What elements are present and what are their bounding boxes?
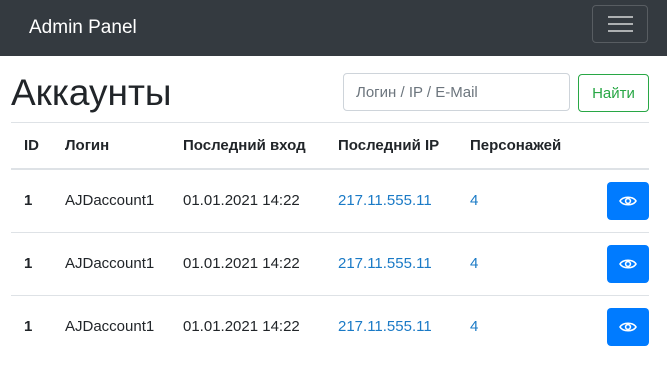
cell-characters: 4 <box>457 169 557 233</box>
eye-icon <box>619 196 637 206</box>
cell-id: 1 <box>24 318 33 336</box>
column-header-last-login: Последний вход <box>170 123 325 170</box>
hamburger-menu-icon <box>607 11 633 37</box>
column-header-last-ip: Последний IP <box>325 123 457 170</box>
last-ip-link[interactable]: 217.11.555.11 <box>338 318 432 335</box>
view-account-button[interactable] <box>607 307 649 346</box>
navbar-brand[interactable]: Admin Panel <box>29 17 137 39</box>
cell-login: AJDaccount1 <box>52 232 170 296</box>
cell-last-ip: 217.11.555.11 <box>325 295 457 358</box>
table-row: 1 AJDaccount1 01.01.2021 14:22 217.11.55… <box>11 295 649 358</box>
eye-icon <box>619 258 637 269</box>
cell-actions <box>557 169 649 233</box>
navbar: Admin Panel <box>0 0 667 56</box>
eye-icon <box>619 322 637 332</box>
cell-actions <box>557 295 649 358</box>
search-button[interactable]: Найти <box>578 74 649 112</box>
table-row: 1 AJDaccount1 01.01.2021 14:22 217.11.55… <box>11 232 649 296</box>
column-header-login: Логин <box>52 123 170 170</box>
column-header-id: ID <box>11 123 52 170</box>
last-ip-link[interactable]: 217.11.555.11 <box>338 192 432 209</box>
cell-last-ip: 217.11.555.11 <box>325 169 457 233</box>
cell-login: AJDaccount1 <box>65 318 155 336</box>
view-account-button[interactable] <box>607 181 649 220</box>
table-row: 1 AJDaccount1 01.01.2021 14:22 217.11.55… <box>11 169 649 233</box>
cell-last-login: 01.01.2021 14:22 <box>170 232 325 296</box>
cell-last-login: 01.01.2021 14:22 <box>170 169 325 233</box>
page-title: Аккаунты <box>11 72 172 113</box>
characters-link[interactable]: 4 <box>470 255 478 272</box>
cell-id: 1 <box>11 232 52 296</box>
view-account-button[interactable] <box>607 244 649 283</box>
cell-characters: 4 <box>457 232 557 296</box>
column-header-characters: Персонажей <box>457 123 561 170</box>
search-input[interactable] <box>343 73 570 111</box>
cell-id: 1 <box>11 169 52 233</box>
characters-link[interactable]: 4 <box>470 192 478 209</box>
last-ip-link[interactable]: 217.11.555.11 <box>338 255 432 272</box>
column-header-actions <box>557 123 649 170</box>
cell-last-login: 01.01.2021 14:22 <box>183 318 300 336</box>
cell-last-ip: 217.11.555.11 <box>325 232 457 296</box>
table-header-row: ID Логин Последний вход Последний IP Пер… <box>11 123 649 170</box>
characters-link[interactable]: 4 <box>470 318 478 335</box>
cell-characters: 4 <box>457 295 557 358</box>
cell-actions <box>557 232 649 296</box>
navbar-toggler-button[interactable] <box>592 5 648 43</box>
cell-login: AJDaccount1 <box>52 169 170 233</box>
accounts-table: ID Логин Последний вход Последний IP Пер… <box>11 123 649 358</box>
